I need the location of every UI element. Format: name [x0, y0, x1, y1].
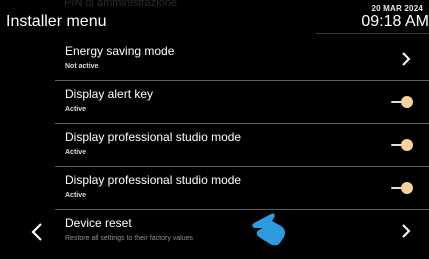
chevron-right-icon[interactable]	[401, 223, 411, 239]
page-title: Installer menu	[6, 13, 107, 30]
clock: 09:18 AM	[361, 13, 429, 30]
settings-list: Energy saving mode Not active Display al…	[55, 38, 429, 253]
menu-item-title: Device reset	[65, 216, 132, 230]
menu-item-status: Active	[65, 106, 87, 113]
toggle-knob	[401, 182, 413, 194]
chevron-left-icon[interactable]	[30, 222, 44, 242]
installer-menu-screen: PIN di amministrazione Installer menu 20…	[0, 0, 429, 259]
background-pin-label: PIN di amministrazione	[64, 0, 178, 9]
menu-item-status: Not active	[65, 63, 99, 70]
menu-item-display-alert-key[interactable]: Display alert key Active	[55, 81, 429, 124]
toggle-on-icon[interactable]	[391, 181, 413, 195]
menu-item-display-professional-studio-mode[interactable]: Display professional studio mode Active	[55, 124, 429, 167]
menu-item-energy-saving-mode[interactable]: Energy saving mode Not active	[55, 38, 429, 81]
menu-item-title: Display alert key	[65, 87, 154, 101]
menu-item-description: Restore all settings to their factory va…	[65, 235, 194, 242]
menu-item-status: Active	[65, 192, 87, 199]
menu-item-title: Display professional studio mode	[65, 173, 242, 187]
toggle-knob	[401, 96, 413, 108]
toggle-on-icon[interactable]	[391, 138, 413, 152]
header-divider	[316, 33, 429, 34]
menu-item-title: Energy saving mode	[65, 44, 175, 58]
chevron-right-icon[interactable]	[401, 51, 411, 67]
menu-item-title: Display professional studio mode	[65, 130, 242, 144]
menu-item-display-professional-studio-mode-2[interactable]: Display professional studio mode Active	[55, 167, 429, 210]
menu-item-device-reset[interactable]: Device reset Restore all settings to the…	[55, 210, 429, 253]
pointing-hand-icon	[252, 213, 285, 246]
date-label: 20 MAR 2024	[371, 4, 423, 13]
toggle-on-icon[interactable]	[391, 95, 413, 109]
menu-item-status: Active	[65, 149, 87, 156]
toggle-knob	[401, 139, 413, 151]
